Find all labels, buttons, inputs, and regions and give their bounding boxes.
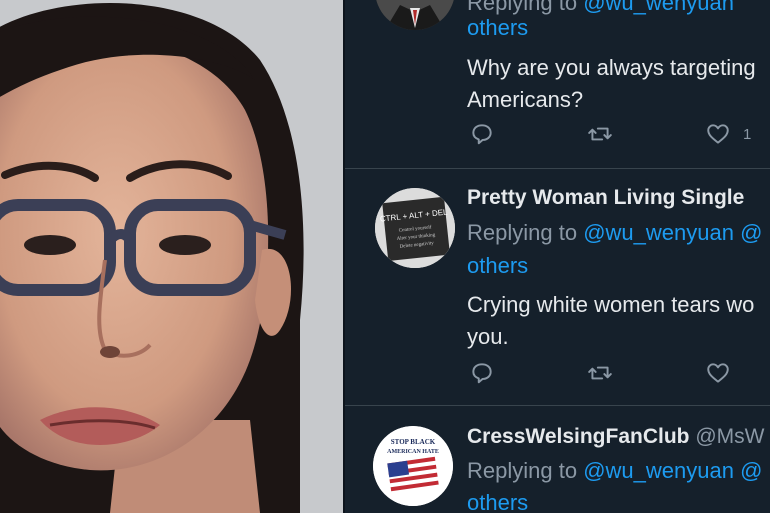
reply-prefix: Replying to <box>467 220 584 245</box>
reply-button[interactable] <box>469 121 495 147</box>
avatar-text: STOP BLACK <box>391 438 436 446</box>
tweet-text-line-1: Crying white women tears wo <box>467 292 755 317</box>
video-frame <box>0 0 343 513</box>
avatar-text: AMERICAN HATE <box>387 449 439 455</box>
reply-handle-link-2[interactable]: @ <box>734 458 762 483</box>
tweet-text: Crying white women tears wo you. <box>467 289 754 353</box>
reply-handle-link[interactable]: @wu_wenyuan <box>583 220 734 245</box>
reply-button[interactable] <box>469 360 495 386</box>
reply-handle-link[interactable]: @wu_wenyuan <box>583 458 734 483</box>
reply-others-link[interactable]: others <box>467 15 528 40</box>
woman-portrait-image <box>0 0 343 513</box>
retweet-button[interactable] <box>587 360 613 386</box>
tweet-3[interactable]: STOP BLACK AMERICAN HATE CressWelsingFan… <box>345 406 770 513</box>
reply-others-line: others <box>467 486 528 513</box>
author-name[interactable]: CressWelsingFanClub @MsW <box>467 425 764 449</box>
reply-context: Replying to @wu_wenyuan @ <box>467 216 762 249</box>
reply-others-line: others <box>467 249 528 282</box>
reply-context: Replying to @wu_wenyuan @ <box>467 454 762 487</box>
reply-others-link[interactable]: others <box>467 253 528 278</box>
like-button[interactable]: 1 <box>705 121 751 147</box>
avatar[interactable]: STOP BLACK AMERICAN HATE <box>373 426 453 506</box>
like-button[interactable] <box>705 360 731 386</box>
tweet-text-line-2: Americans? <box>467 87 584 112</box>
like-count: 1 <box>743 125 752 143</box>
tweet-2[interactable]: CTRL + ALT + DEL Control yourself Alter … <box>345 169 770 405</box>
tweet-1[interactable]: Replying to @wu_wenyuan others Why are y… <box>345 0 770 168</box>
reply-prefix: Replying to <box>467 458 584 483</box>
author-name[interactable]: Pretty Woman Living Single <box>467 186 744 210</box>
tweet-actions: 1 <box>467 121 770 151</box>
reply-handle-link[interactable]: @wu_wenyuan <box>583 0 734 15</box>
reply-icon <box>472 124 492 145</box>
retweet-icon <box>588 366 612 380</box>
avatar-image <box>375 0 455 30</box>
reply-handle-link-2[interactable]: @ <box>734 220 762 245</box>
heart-icon <box>707 124 729 144</box>
retweet-button[interactable] <box>587 121 613 147</box>
avatar[interactable] <box>375 0 455 30</box>
avatar-image: STOP BLACK AMERICAN HATE <box>373 426 453 506</box>
retweet-icon <box>588 127 612 141</box>
tweet-text-line-1: Why are you always targeting <box>467 55 756 80</box>
author-name-text: CressWelsingFanClub <box>467 425 690 448</box>
reply-others-line: others <box>467 11 528 44</box>
author-handle: @MsW <box>689 425 765 448</box>
tweet-actions <box>467 360 770 390</box>
tweet-text: Why are you always targeting Americans? <box>467 52 756 116</box>
twitter-replies-panel: Replying to @wu_wenyuan others Why are y… <box>345 0 770 513</box>
avatar-image: CTRL + ALT + DEL Control yourself Alter … <box>375 188 455 268</box>
reply-others-link[interactable]: others <box>467 490 528 513</box>
heart-icon <box>707 363 729 383</box>
reply-icon <box>472 363 492 384</box>
tweet-text-line-2: you. <box>467 324 509 349</box>
avatar[interactable]: CTRL + ALT + DEL Control yourself Alter … <box>375 188 455 268</box>
